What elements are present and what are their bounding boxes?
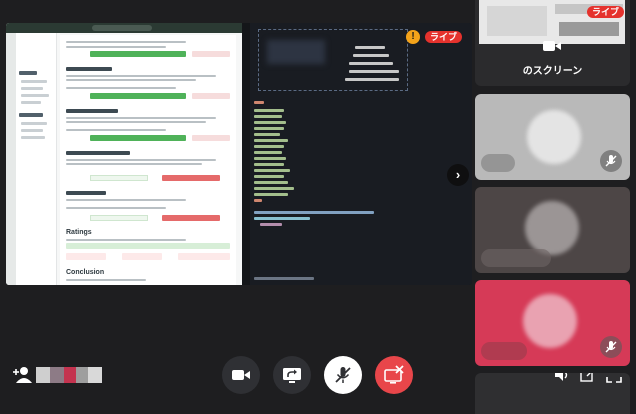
screen-share-tile[interactable]: ライブ のスクリーン (475, 0, 630, 86)
participant-name-pill (481, 154, 515, 172)
shared-code-editor (242, 23, 472, 285)
reject-bar (192, 93, 230, 99)
microphone-toggle-button[interactable] (324, 356, 362, 394)
participant-name-pill (481, 342, 527, 360)
approve-bar (90, 175, 148, 181)
reject-bar (192, 135, 230, 141)
screen-share-icon (283, 368, 301, 383)
add-person-icon[interactable] (12, 366, 32, 384)
video-camera-icon (232, 370, 250, 380)
editor-gutter (242, 23, 250, 285)
ratings-heading: Ratings (66, 229, 92, 236)
icon-rail (6, 33, 16, 285)
approve-bar (90, 51, 186, 57)
participant-avatars-strip[interactable] (36, 367, 102, 383)
approve-bar (90, 93, 186, 99)
approve-bar (90, 135, 186, 141)
speaker-icon[interactable] (553, 373, 571, 384)
rating-option (178, 253, 230, 260)
window-controls (10, 26, 26, 39)
share-screen-button[interactable] (273, 356, 311, 394)
document-page: Ratings Conclusion (60, 35, 236, 285)
rating-bar (66, 243, 230, 249)
avatar (523, 294, 577, 348)
participant-tile[interactable] (475, 280, 630, 366)
live-indicator: ! ライブ (406, 30, 463, 44)
warning-icon: ! (406, 30, 420, 44)
shared-screen-view[interactable]: Ratings Conclusion › (6, 23, 472, 285)
participant-tile[interactable] (475, 94, 630, 180)
camera-icon (543, 41, 561, 51)
chevron-right-icon: › (455, 167, 461, 182)
conclusion-heading: Conclusion (66, 269, 105, 276)
ascii-banner (258, 29, 408, 91)
end-share-icon (384, 365, 404, 384)
browser-titlebar (6, 23, 242, 39)
participant-name-pill (481, 249, 551, 267)
approve-bar (90, 215, 148, 221)
document-sidebar (16, 33, 57, 285)
avatar (525, 201, 579, 255)
avatar (527, 110, 581, 164)
reject-bar (162, 215, 220, 221)
participant-tile[interactable] (475, 187, 630, 273)
live-badge: ライブ (425, 31, 463, 43)
shared-document: Ratings Conclusion (6, 23, 242, 285)
mic-off-icon (335, 367, 351, 383)
pop-out-icon[interactable] (579, 373, 597, 384)
mic-off-icon (600, 336, 622, 358)
mic-off-icon (600, 150, 622, 172)
participant-tile[interactable] (475, 373, 630, 414)
screen-tile-label: のスクリーン (522, 66, 583, 77)
leave-call-button[interactable] (375, 356, 413, 394)
reject-bar (192, 51, 230, 57)
live-badge: ライブ (586, 6, 624, 18)
address-bar (92, 25, 152, 31)
reject-bar (162, 175, 220, 181)
rating-option (122, 253, 162, 260)
camera-toggle-button[interactable] (222, 356, 260, 394)
next-page-button[interactable]: › (447, 164, 469, 186)
rating-option (66, 253, 106, 260)
fullscreen-icon[interactable] (605, 373, 623, 384)
meeting-window: Ratings Conclusion › ! ライブ ライブ のスクリーン (0, 0, 636, 414)
